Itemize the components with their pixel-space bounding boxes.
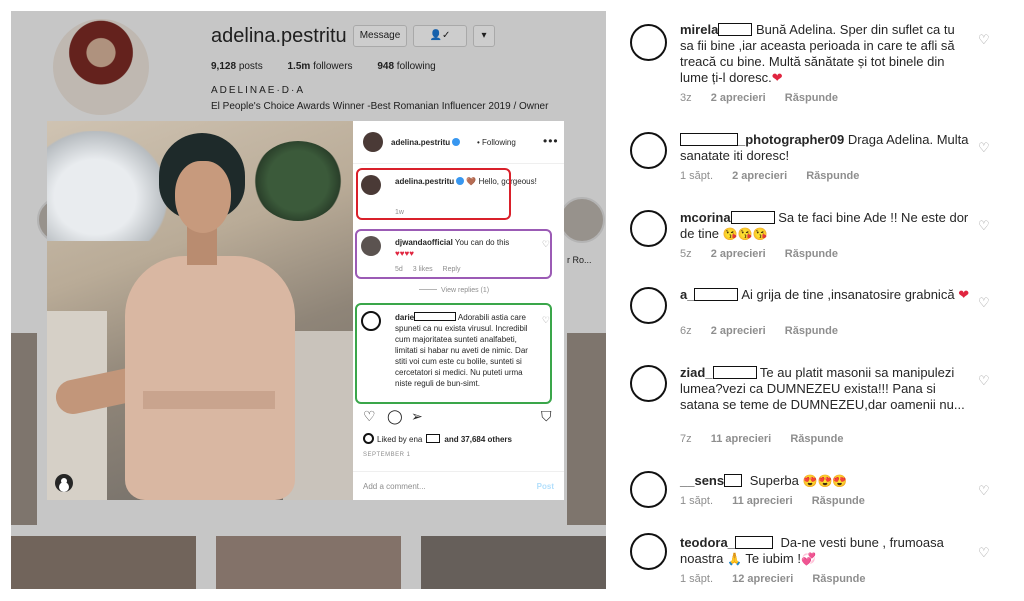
pray-emoji: 🙏 — [727, 552, 742, 566]
reply-button[interactable]: Răspunde — [812, 495, 865, 507]
comment-username[interactable]: ziad_ — [680, 365, 713, 380]
like-comment-heart-icon[interactable]: ♡ — [978, 140, 990, 156]
author-avatar[interactable] — [363, 132, 383, 152]
comment-username[interactable]: mcorina — [680, 210, 731, 225]
more-options-icon[interactable]: ••• — [543, 134, 559, 148]
comment-avatar[interactable] — [630, 287, 667, 324]
comment-avatar[interactable] — [630, 365, 667, 402]
heart-eyes-emoji: 😍😍😍 — [802, 474, 848, 488]
comment-likes[interactable]: 2 aprecieri — [711, 325, 766, 337]
verified-icon — [452, 138, 461, 146]
like-comment-heart-icon[interactable]: ♡ — [978, 373, 990, 389]
like-comment-heart-icon[interactable]: ♡ — [978, 218, 990, 234]
redaction-box — [680, 133, 738, 146]
post-modal: adelina.pestritu • Following ••• adelina… — [47, 121, 564, 500]
post-photo[interactable] — [47, 121, 353, 500]
add-comment-bar: Add a comment... Post — [353, 471, 564, 500]
like-comment-heart-icon[interactable]: ♡ — [978, 545, 990, 561]
red-highlight-box — [356, 168, 511, 220]
redaction-box — [734, 536, 773, 549]
heart-emoji: ❤ — [771, 70, 783, 85]
comment-username[interactable]: mirela — [680, 22, 718, 37]
redaction-box — [712, 366, 757, 379]
comment-likes[interactable]: 2 aprecieri — [732, 170, 787, 182]
like-comment-heart-icon[interactable]: ♡ — [978, 32, 990, 48]
comment-avatar[interactable] — [630, 533, 667, 570]
tagged-user-icon[interactable] — [55, 474, 73, 492]
liker-avatar[interactable] — [363, 433, 374, 444]
comment-time: 1 săpt. — [680, 573, 714, 585]
photo-tree — [253, 141, 343, 221]
redaction-box — [426, 434, 441, 443]
comment-likes[interactable]: 11 aprecieri — [711, 433, 772, 445]
reply-button[interactable]: Răspunde — [785, 248, 838, 260]
photo-belt — [143, 391, 275, 409]
heart-emoji: ❤ — [958, 287, 970, 302]
comment-avatar[interactable] — [630, 24, 667, 61]
view-replies-button[interactable]: View replies (1) — [441, 287, 489, 294]
reply-button[interactable]: Răspunde — [806, 170, 859, 182]
post-sidebar: adelina.pestritu • Following ••• adelina… — [353, 121, 564, 500]
bookmark-icon[interactable]: ⛉ — [541, 408, 552, 425]
comment-time: 7z — [680, 433, 692, 445]
purple-highlight-box — [355, 229, 552, 279]
redaction-box — [730, 211, 775, 224]
green-highlight-box — [355, 303, 552, 404]
comment-likes[interactable]: 11 aprecieri — [732, 495, 793, 507]
comment-username[interactable]: a_ — [680, 287, 694, 302]
liked-by-text[interactable]: Liked by ena — [377, 435, 422, 444]
redaction-box — [718, 23, 753, 36]
replies-line — [419, 289, 437, 290]
comment-time: 1 săpt. — [680, 495, 714, 507]
redaction-box — [694, 288, 739, 301]
comment-time: 5z — [680, 248, 692, 260]
photo-dress — [125, 256, 295, 500]
comment-bubble-icon[interactable]: ◯ — [387, 408, 403, 425]
like-comment-heart-icon[interactable]: ♡ — [978, 483, 990, 499]
photo-face — [175, 161, 231, 233]
comment-time: 1 săpt. — [680, 170, 714, 182]
comment-avatar[interactable] — [630, 471, 667, 508]
redaction-box — [724, 474, 743, 487]
photo-fountain — [47, 131, 167, 241]
kiss-emoji: 😘😘😘 — [722, 227, 768, 241]
reply-button[interactable]: Răspunde — [785, 325, 838, 337]
reply-button[interactable]: Răspunde — [812, 573, 865, 585]
comment-list: mirela Bună Adelina. Sper din suflet ca … — [628, 0, 1024, 601]
comment-username[interactable]: teodora_ — [680, 535, 735, 550]
add-comment-input[interactable]: Add a comment... — [363, 482, 426, 491]
comment-text-2: Te iubim ! — [745, 551, 801, 566]
comment-likes[interactable]: 2 aprecieri — [711, 248, 766, 260]
author-username[interactable]: adelina.pestritu — [391, 138, 450, 147]
following-label[interactable]: • Following — [477, 138, 516, 147]
post-date: SEPTEMBER 1 — [363, 452, 411, 458]
comment-text: Ai grija de tine ,insanatosire grabnică — [741, 287, 955, 302]
reply-button[interactable]: Răspunde — [785, 92, 838, 104]
liked-by-others[interactable]: and 37,684 others — [444, 435, 512, 444]
comment-username[interactable]: _photographer09 — [738, 132, 844, 147]
like-comment-heart-icon[interactable]: ♡ — [978, 295, 990, 311]
like-heart-icon[interactable]: ♡ — [363, 408, 376, 425]
comment-likes[interactable]: 12 aprecieri — [732, 573, 793, 585]
post-comment-button[interactable]: Post — [537, 482, 554, 491]
comment-avatar[interactable] — [630, 132, 667, 169]
hearts-emoji: 💞 — [800, 552, 816, 566]
share-icon[interactable]: ➢ — [411, 408, 423, 425]
post-header: adelina.pestritu • Following ••• — [353, 121, 564, 164]
liked-by: Liked by ena and 37,684 others — [363, 433, 512, 444]
comment-text: Superba — [749, 473, 799, 488]
comment-avatar[interactable] — [630, 210, 667, 247]
comment-time: 6z — [680, 325, 692, 337]
comment-likes[interactable]: 2 aprecieri — [711, 92, 766, 104]
post-actions: ♡ ◯ ➢ ⛉ — [361, 408, 556, 430]
comment-username[interactable]: __sens — [680, 473, 724, 488]
comment-time: 3z — [680, 92, 692, 104]
reply-button[interactable]: Răspunde — [790, 433, 843, 445]
